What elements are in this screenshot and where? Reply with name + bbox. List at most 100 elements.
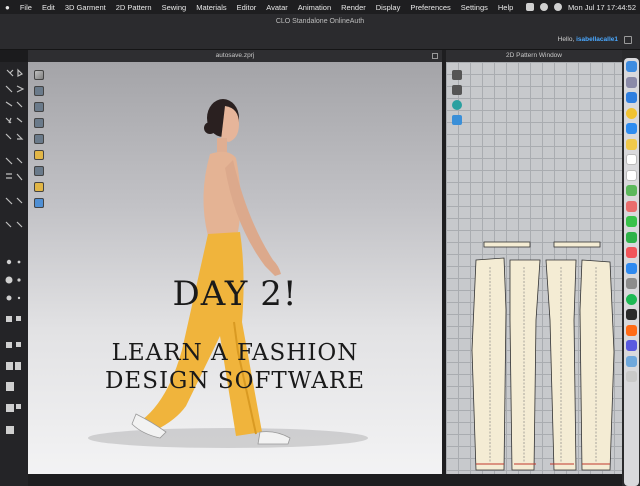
- clock-icon[interactable]: [554, 3, 563, 11]
- waistband-piece-left: [483, 241, 531, 248]
- menu-display[interactable]: Display: [371, 3, 406, 12]
- greeting: Hello, isabellacalle1: [558, 36, 618, 43]
- dock-shelf: [624, 58, 639, 486]
- overlay-line-3: DESIGN SOFTWARE: [104, 368, 365, 394]
- trim-tool-icon: [17, 296, 21, 300]
- fabric-tool-icon: [6, 362, 13, 370]
- zipper-tool-icon: [6, 295, 12, 301]
- pattern-piece-front-left: [471, 257, 507, 471]
- seam-tool-icon: [16, 133, 24, 140]
- messages-icon[interactable]: [626, 216, 637, 227]
- chrome-icon[interactable]: [626, 107, 637, 119]
- dock: [622, 50, 640, 486]
- music-icon[interactable]: [626, 247, 637, 258]
- menubar-clock[interactable]: Mon Jul 17 17:44:52: [568, 3, 636, 12]
- focus-icon[interactable]: [540, 3, 549, 11]
- floor-shadow: [88, 428, 368, 448]
- toolbar-icons[interactable]: [0, 62, 28, 486]
- reminders-icon[interactable]: [626, 169, 637, 181]
- notes-icon[interactable]: [626, 138, 637, 150]
- layer-tool-icon: [6, 342, 12, 348]
- app-title: CLO Standalone OnlineAuth: [0, 14, 640, 30]
- system-settings-icon[interactable]: [626, 278, 637, 289]
- finder-icon[interactable]: [626, 61, 637, 72]
- calendar-icon[interactable]: [626, 154, 637, 165]
- pattern-piece-back-left: [509, 259, 541, 471]
- 3d-viewport[interactable]: DAY 2! LEARN A FASHION DESIGN SOFTWARE: [28, 62, 442, 474]
- photoshop-icon[interactable]: [626, 340, 637, 351]
- avatar-pants: [142, 232, 262, 436]
- avatar-figure[interactable]: [28, 62, 442, 474]
- clo-icon[interactable]: [626, 309, 637, 320]
- menu-edit[interactable]: Edit: [37, 3, 60, 12]
- graphic-tool-icon: [15, 362, 21, 370]
- rect-tool-icon: [6, 316, 12, 322]
- left-toolbar: [0, 62, 28, 486]
- facetime-icon[interactable]: [626, 231, 637, 243]
- menu-file[interactable]: File: [15, 3, 37, 12]
- screen: ● File Edit 3D Garment 2D Pattern Sewing…: [0, 0, 640, 486]
- 2d-pattern-window[interactable]: [446, 62, 622, 474]
- expand-icon[interactable]: [432, 53, 438, 59]
- pin-tool-icon: [5, 101, 13, 107]
- safari-icon[interactable]: [626, 92, 637, 103]
- spotify-icon[interactable]: [626, 293, 637, 305]
- pattern-piece-front-right: [579, 259, 615, 471]
- viewport-status-bar: [28, 474, 442, 486]
- menu-editor[interactable]: Editor: [232, 3, 262, 12]
- mail-icon[interactable]: [626, 123, 637, 134]
- topstitch-tool-icon: [6, 404, 14, 412]
- account-icon[interactable]: [624, 36, 632, 44]
- line-tool-icon: [5, 157, 13, 165]
- brush-tool-icon: [16, 101, 23, 108]
- viewport-header: autosave.zprj: [28, 50, 442, 62]
- viewport-title: autosave.zprj: [215, 52, 255, 59]
- menu-animation[interactable]: Animation: [293, 3, 336, 12]
- menu-render[interactable]: Render: [336, 3, 371, 12]
- waistband-piece-right: [553, 241, 601, 248]
- menu-avatar[interactable]: Avatar: [261, 3, 293, 12]
- pen-tool-icon: [16, 117, 23, 123]
- menu-3d-garment[interactable]: 3D Garment: [60, 3, 111, 12]
- menu-materials[interactable]: Materials: [191, 3, 231, 12]
- trash-icon[interactable]: [626, 371, 637, 382]
- menu-2d-pattern[interactable]: 2D Pattern: [111, 3, 157, 12]
- curve-tool-icon: [16, 157, 23, 164]
- sphere-tool-icon: [5, 276, 13, 284]
- patch-tool-icon: [16, 316, 21, 321]
- transform-tool-icon: [17, 68, 24, 77]
- menubar-status: Mon Jul 17 17:44:52: [526, 0, 636, 14]
- overlay-title: DAY 2!: [172, 274, 298, 314]
- overlay-line-2: LEARN A FASHION: [111, 340, 359, 366]
- knife-tool-icon: [16, 173, 23, 181]
- preview-icon[interactable]: [626, 355, 637, 367]
- pattern-pieces[interactable]: [446, 62, 622, 474]
- menu-settings[interactable]: Settings: [456, 3, 493, 12]
- dot-tool-icon: [6, 259, 12, 265]
- user-bar: Hello, isabellacalle1: [0, 30, 640, 50]
- maps-icon[interactable]: [626, 185, 637, 196]
- menu-sewing[interactable]: Sewing: [157, 3, 192, 12]
- control-center-icon[interactable]: [526, 3, 535, 11]
- tack-tool-icon: [16, 85, 25, 93]
- point-tool-icon: [17, 278, 21, 282]
- grid-tool-icon: [6, 173, 12, 179]
- illustrator-icon[interactable]: [626, 324, 637, 336]
- apple-icon[interactable]: ●: [0, 3, 15, 12]
- username-link[interactable]: isabellacalle1: [576, 36, 618, 43]
- small-dot-icon: [17, 260, 21, 264]
- edit-point-icon: [5, 197, 13, 205]
- menu-help[interactable]: Help: [493, 3, 518, 12]
- launchpad-icon[interactable]: [626, 76, 637, 88]
- print-tool-icon: [6, 382, 14, 391]
- pattern-header: 2D Pattern Window: [446, 50, 622, 62]
- app-store-icon[interactable]: [626, 262, 637, 274]
- puckering-tool-icon: [6, 426, 14, 434]
- photos-icon[interactable]: [626, 200, 637, 212]
- texture-tool-icon: [16, 342, 21, 347]
- fold-tool-icon: [5, 85, 13, 93]
- measure-tool-icon: [5, 117, 12, 124]
- select-tool-icon: [6, 69, 14, 77]
- avatar-hair-bun: [204, 122, 216, 134]
- menu-preferences[interactable]: Preferences: [405, 3, 455, 12]
